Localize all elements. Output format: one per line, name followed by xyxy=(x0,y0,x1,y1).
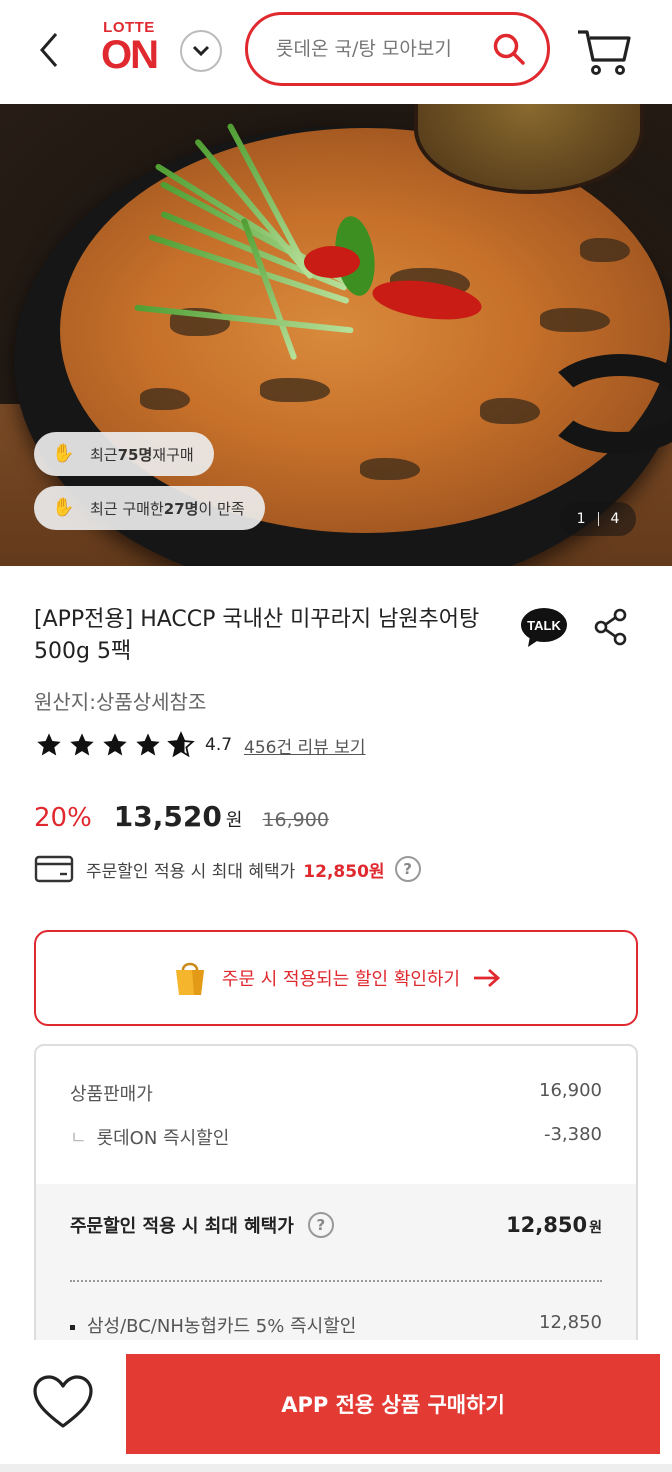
satisfied-suffix: 이 만족 xyxy=(198,499,245,518)
talk-chat-icon: TALK xyxy=(521,608,567,647)
repurchase-prefix: 최근 xyxy=(90,445,118,464)
arrow-right-icon xyxy=(474,968,501,988)
sale-price-row: 상품판매가 16,900 xyxy=(70,1080,602,1106)
price-row: 20% 13,520 원 16,900 xyxy=(34,800,329,840)
card-discount-value: 12,850 xyxy=(539,1312,602,1333)
satisfied-prefix: 최근 구매한 xyxy=(90,499,164,518)
max-benefit-detail-row: 주문할인 적용 시 최대 혜택가? 12,850 원 xyxy=(70,1212,602,1238)
talk-button[interactable]: TALK xyxy=(520,606,568,648)
shopping-bag-icon xyxy=(175,962,204,995)
currency-unit: 원 xyxy=(225,810,243,831)
mall-dropdown-button[interactable] xyxy=(180,30,222,72)
share-icon[interactable] xyxy=(594,608,628,646)
bottom-action-bar: APP 전용 상품 구매하기 xyxy=(0,1340,672,1472)
instant-discount-row: ㄴ 롯데ON 즉시할인 -3,380 xyxy=(70,1124,602,1150)
thumbs-up-icon: ✋ xyxy=(52,443,75,464)
thumbs-up-icon: ✋ xyxy=(52,497,75,518)
benefit-text: 주문할인 적용 시 최대 혜택가 xyxy=(86,861,296,882)
repurchase-suffix: 재구매 xyxy=(152,445,194,464)
top-header: LOTTE ON xyxy=(0,0,672,104)
search-bar[interactable] xyxy=(245,12,550,86)
chevron-left-icon xyxy=(40,33,58,67)
cart-icon[interactable] xyxy=(576,26,632,76)
satisfied-count: 27명 xyxy=(163,499,199,518)
satisfied-badge: ✋ 최근 구매한 27명 이 만족 xyxy=(34,486,265,530)
max-benefit-section: 주문할인 적용 시 최대 혜택가? 12,850 원 삼성/BC/NH농협카드 5… xyxy=(36,1184,636,1362)
product-title: [APP전용] HACCP 국내산 미꾸라지 남원추어탕 500g 5팩 xyxy=(34,607,480,664)
repurchase-badge: ✋ 최근 75명 재구매 xyxy=(34,432,214,476)
product-image-carousel[interactable]: ✋ 최근 75명 재구매 ✋ 최근 구매한 27명 이 만족 1 4 xyxy=(0,104,672,566)
sub-item-mark: ㄴ xyxy=(70,1128,87,1149)
search-input[interactable] xyxy=(276,29,486,69)
card-discount-label: 삼성/BC/NH농협카드 5% 즉시할인 xyxy=(87,1316,357,1337)
chevron-down-icon xyxy=(192,45,210,57)
card-discount-row: 삼성/BC/NH농협카드 5% 즉시할인 12,850 xyxy=(70,1312,602,1338)
help-icon[interactable]: ? xyxy=(394,856,421,882)
price-detail-box: 상품판매가 16,900 ㄴ 롯데ON 즉시할인 -3,380 주문할인 적용 시… xyxy=(34,1044,638,1364)
pager-divider xyxy=(597,512,599,526)
max-benefit-unit: 원 xyxy=(589,1220,602,1236)
heart-icon[interactable] xyxy=(32,1374,94,1430)
sale-price: 13,520 xyxy=(113,800,222,833)
star-half-icon xyxy=(167,731,195,758)
rating-value: 4.7 xyxy=(205,735,233,755)
review-link[interactable]: 456건 리뷰 보기 xyxy=(244,733,365,758)
discount-rate: 20% xyxy=(34,803,92,833)
check-discount-label: 주문 시 적용되는 할인 확인하기 xyxy=(221,969,461,990)
search-icon[interactable] xyxy=(491,31,527,67)
lotte-on-logo[interactable]: LOTTE ON xyxy=(94,20,164,80)
sale-price-value: 16,900 xyxy=(539,1080,602,1101)
max-benefit-value: 12,850 xyxy=(506,1213,588,1237)
star-icon xyxy=(136,733,160,756)
star-icon xyxy=(103,733,127,756)
star-icon xyxy=(37,733,61,756)
buy-button[interactable]: APP 전용 상품 구매하기 xyxy=(126,1354,660,1454)
check-discount-button[interactable]: 주문 시 적용되는 할인 확인하기 xyxy=(34,930,638,1026)
max-benefit-label: 주문할인 적용 시 최대 혜택가 xyxy=(70,1216,294,1237)
max-benefit-row: 주문할인 적용 시 최대 혜택가 12,850원 ? xyxy=(34,852,421,886)
help-icon[interactable]: ? xyxy=(307,1212,334,1238)
bullet-icon xyxy=(70,1324,75,1330)
original-price: 16,900 xyxy=(262,809,329,831)
repurchase-count: 75명 xyxy=(117,445,153,464)
rating-row: 4.7 456건 리뷰 보기 xyxy=(34,730,366,760)
back-button[interactable] xyxy=(34,28,64,72)
pager-total: 4 xyxy=(610,511,620,527)
instant-discount-label: 롯데ON 즉시할인 xyxy=(96,1128,230,1149)
benefit-price: 12,850원 xyxy=(303,861,385,882)
dotted-divider xyxy=(70,1280,602,1282)
logo-main-text: ON xyxy=(101,33,159,77)
talk-label: TALK xyxy=(527,618,561,633)
pager-current: 1 xyxy=(576,511,586,527)
sale-price-label: 상품판매가 xyxy=(70,1084,153,1105)
instant-discount-value: -3,380 xyxy=(543,1124,602,1145)
image-pager: 1 4 xyxy=(560,502,636,536)
star-icon xyxy=(70,733,94,756)
bottom-strip xyxy=(0,1464,672,1472)
origin-text: 원산지:상품상세참조 xyxy=(34,690,207,714)
credit-card-icon xyxy=(34,855,74,883)
